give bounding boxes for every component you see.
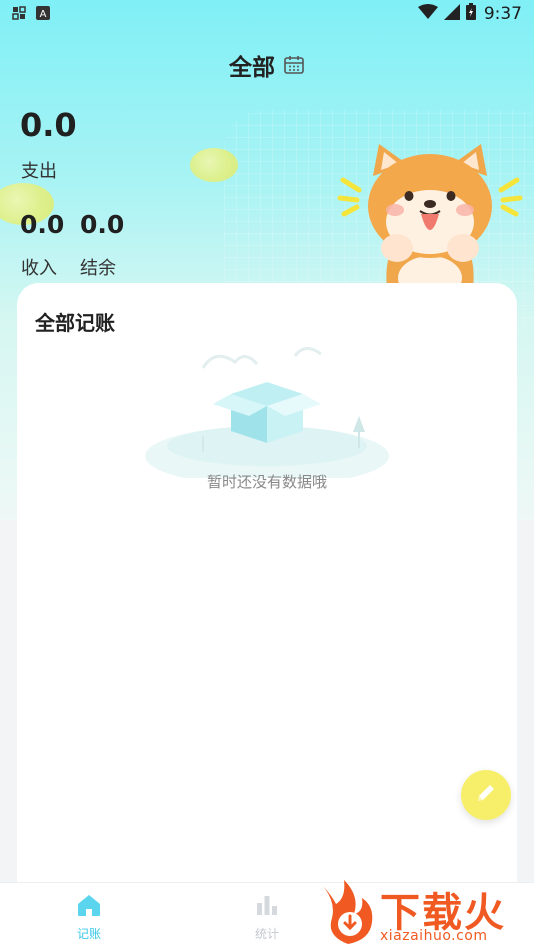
signal-icon [443,3,460,25]
empty-box-illustration [145,347,389,478]
coin-decoration-center [190,148,238,182]
chart-icon [255,896,279,921]
calendar-icon[interactable] [283,54,305,76]
balance-value: 0.0 [80,210,125,239]
records-card: 全部记账 暂时还没有数据哦 [17,283,517,903]
status-bar: A 9:37 [0,0,534,28]
svg-text:A: A [40,9,47,20]
pencil-icon [473,780,499,810]
sparkle-left-icon [337,177,362,217]
notification-icon [12,5,26,25]
battery-icon [465,3,476,25]
wifi-icon [417,3,438,25]
watermark-url: xiazaihuo.com [380,928,488,944]
flame-logo-icon [323,880,373,944]
keyboard-icon: A [36,5,50,25]
tab-statistics-label: 统计 [254,927,279,941]
tab-statistics[interactable]: 统计 [227,893,307,942]
expense-label: 支出 [21,161,57,182]
page-header: 全部 [0,48,534,82]
add-record-button[interactable] [461,770,511,820]
income-label: 收入 [21,258,57,279]
watermark-logo: 下载火 xiazaihuo.com [318,878,534,950]
records-card-title: 全部记账 [35,311,115,335]
home-icon [76,895,102,921]
status-time: 9:37 [483,4,522,24]
shiba-mascot-illustration [337,144,523,288]
income-value: 0.0 [20,210,65,239]
page-title[interactable]: 全部 [229,48,275,82]
balance-label: 结余 [80,258,116,279]
empty-state-text: 暂时还没有数据哦 [206,473,327,491]
expense-value: 0.0 [20,106,77,144]
tab-bookkeeping[interactable]: 记账 [49,893,129,942]
sparkle-right-icon [498,177,523,217]
tab-bookkeeping-label: 记账 [76,927,101,941]
